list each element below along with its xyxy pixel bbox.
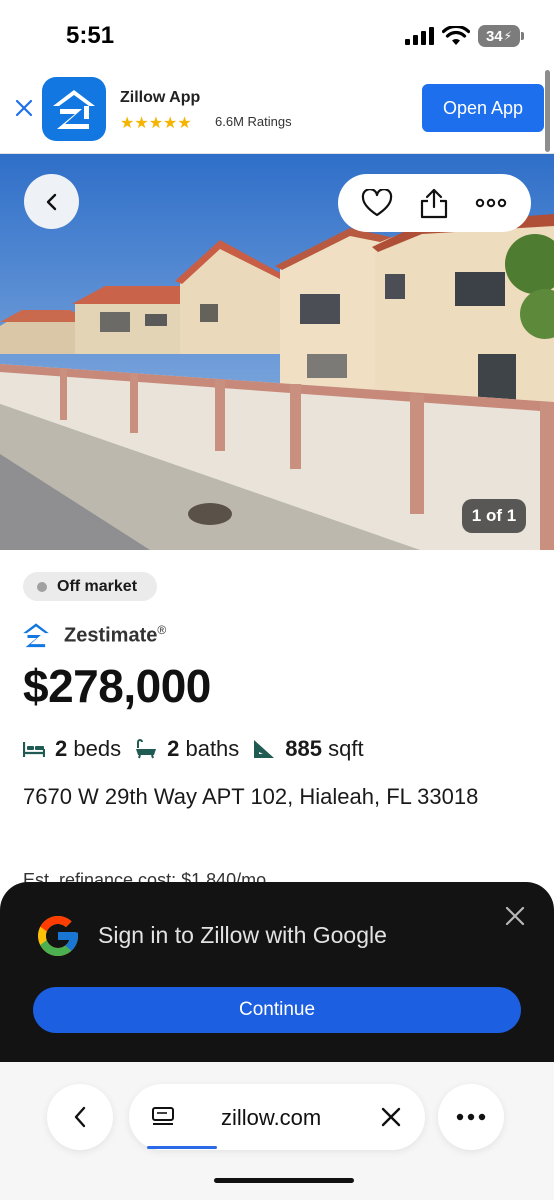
share-icon [420,188,448,219]
google-signin-sheet: Sign in to Zillow with Google Continue [0,882,554,1062]
page-menu-icon [152,1107,174,1125]
photo-actions-bar [338,174,531,232]
close-sheet-icon[interactable] [503,904,527,928]
beds-label: beds [73,736,122,761]
beds-count: 2 [55,736,68,761]
sqft-count: 885 [285,736,323,761]
bathtub-icon [136,739,157,759]
share-button[interactable] [417,186,451,220]
stop-loading-icon[interactable] [378,1104,404,1130]
url-text: zillow.com [221,1105,322,1130]
address-bar[interactable]: zillow.com [129,1084,425,1150]
google-logo-icon [38,916,78,956]
ratings-count: 6.6M Ratings [215,114,292,129]
heart-icon [361,189,393,217]
status-bar: 5:51 34 ⚡ [0,0,554,70]
sqft-label: sqft [328,736,364,761]
back-button[interactable] [24,174,79,229]
more-horizontal-icon [456,1113,486,1121]
sqft-fact: 885 sqft [253,736,364,762]
battery-indicator: 34 ⚡ [478,25,520,47]
more-horizontal-icon [475,198,507,208]
baths-label: baths [185,736,240,761]
cellular-signal-icon [405,27,434,45]
baths-fact: 2 baths [135,736,239,762]
zestimate-text: Zestimate [64,624,158,647]
browser-more-button[interactable] [438,1084,504,1150]
zillow-app-icon [42,77,106,141]
registered-mark: ® [157,622,167,637]
battery-nub [521,32,524,40]
photo-counter: 1 of 1 [462,499,526,533]
zestimate-price: $278,000 [23,660,211,712]
wifi-icon [442,26,470,45]
area-ruler-icon [254,740,275,758]
scrollbar[interactable] [545,70,550,152]
beds-fact: 2 beds [23,736,121,762]
home-indicator[interactable] [214,1178,354,1183]
charging-bolt-icon: ⚡ [503,29,513,43]
baths-count: 2 [167,736,180,761]
google-signin-title: Sign in to Zillow with Google [98,922,387,948]
chevron-left-icon [74,1106,86,1128]
listing-photo[interactable]: 1 of 1 [0,154,554,550]
zestimate-label: Zestimate® [64,623,166,648]
chevron-left-icon [46,193,56,210]
browser-back-button[interactable] [47,1084,113,1150]
google-continue-button[interactable]: Continue [33,987,521,1033]
loading-progress-bar [147,1146,217,1149]
battery-level: 34 [485,27,503,45]
zillow-logo-icon [23,623,49,648]
status-dot-icon [37,581,47,592]
bed-icon [23,742,45,757]
app-name: Zillow App [120,89,201,106]
status-time: 5:51 [66,22,115,49]
zestimate-header[interactable]: Zestimate® [22,622,166,648]
more-options-button[interactable] [474,186,508,220]
save-home-button[interactable] [360,186,394,220]
market-status-label: Off market [57,577,138,595]
property-address: 7670 W 29th Way APT 102, Hialeah, FL 330… [23,784,479,809]
rating-stars-icon: ★★★★★ [120,115,192,132]
home-facts: 2 beds 2 baths 885 sqft [23,736,378,762]
close-banner-icon[interactable] [12,96,36,120]
zillow-logo-icon [53,90,95,129]
app-banner: Zillow App ★★★★★ 6.6M Ratings Open App [0,70,554,154]
open-app-button[interactable]: Open App [422,84,544,132]
market-status-badge: Off market [23,572,158,601]
